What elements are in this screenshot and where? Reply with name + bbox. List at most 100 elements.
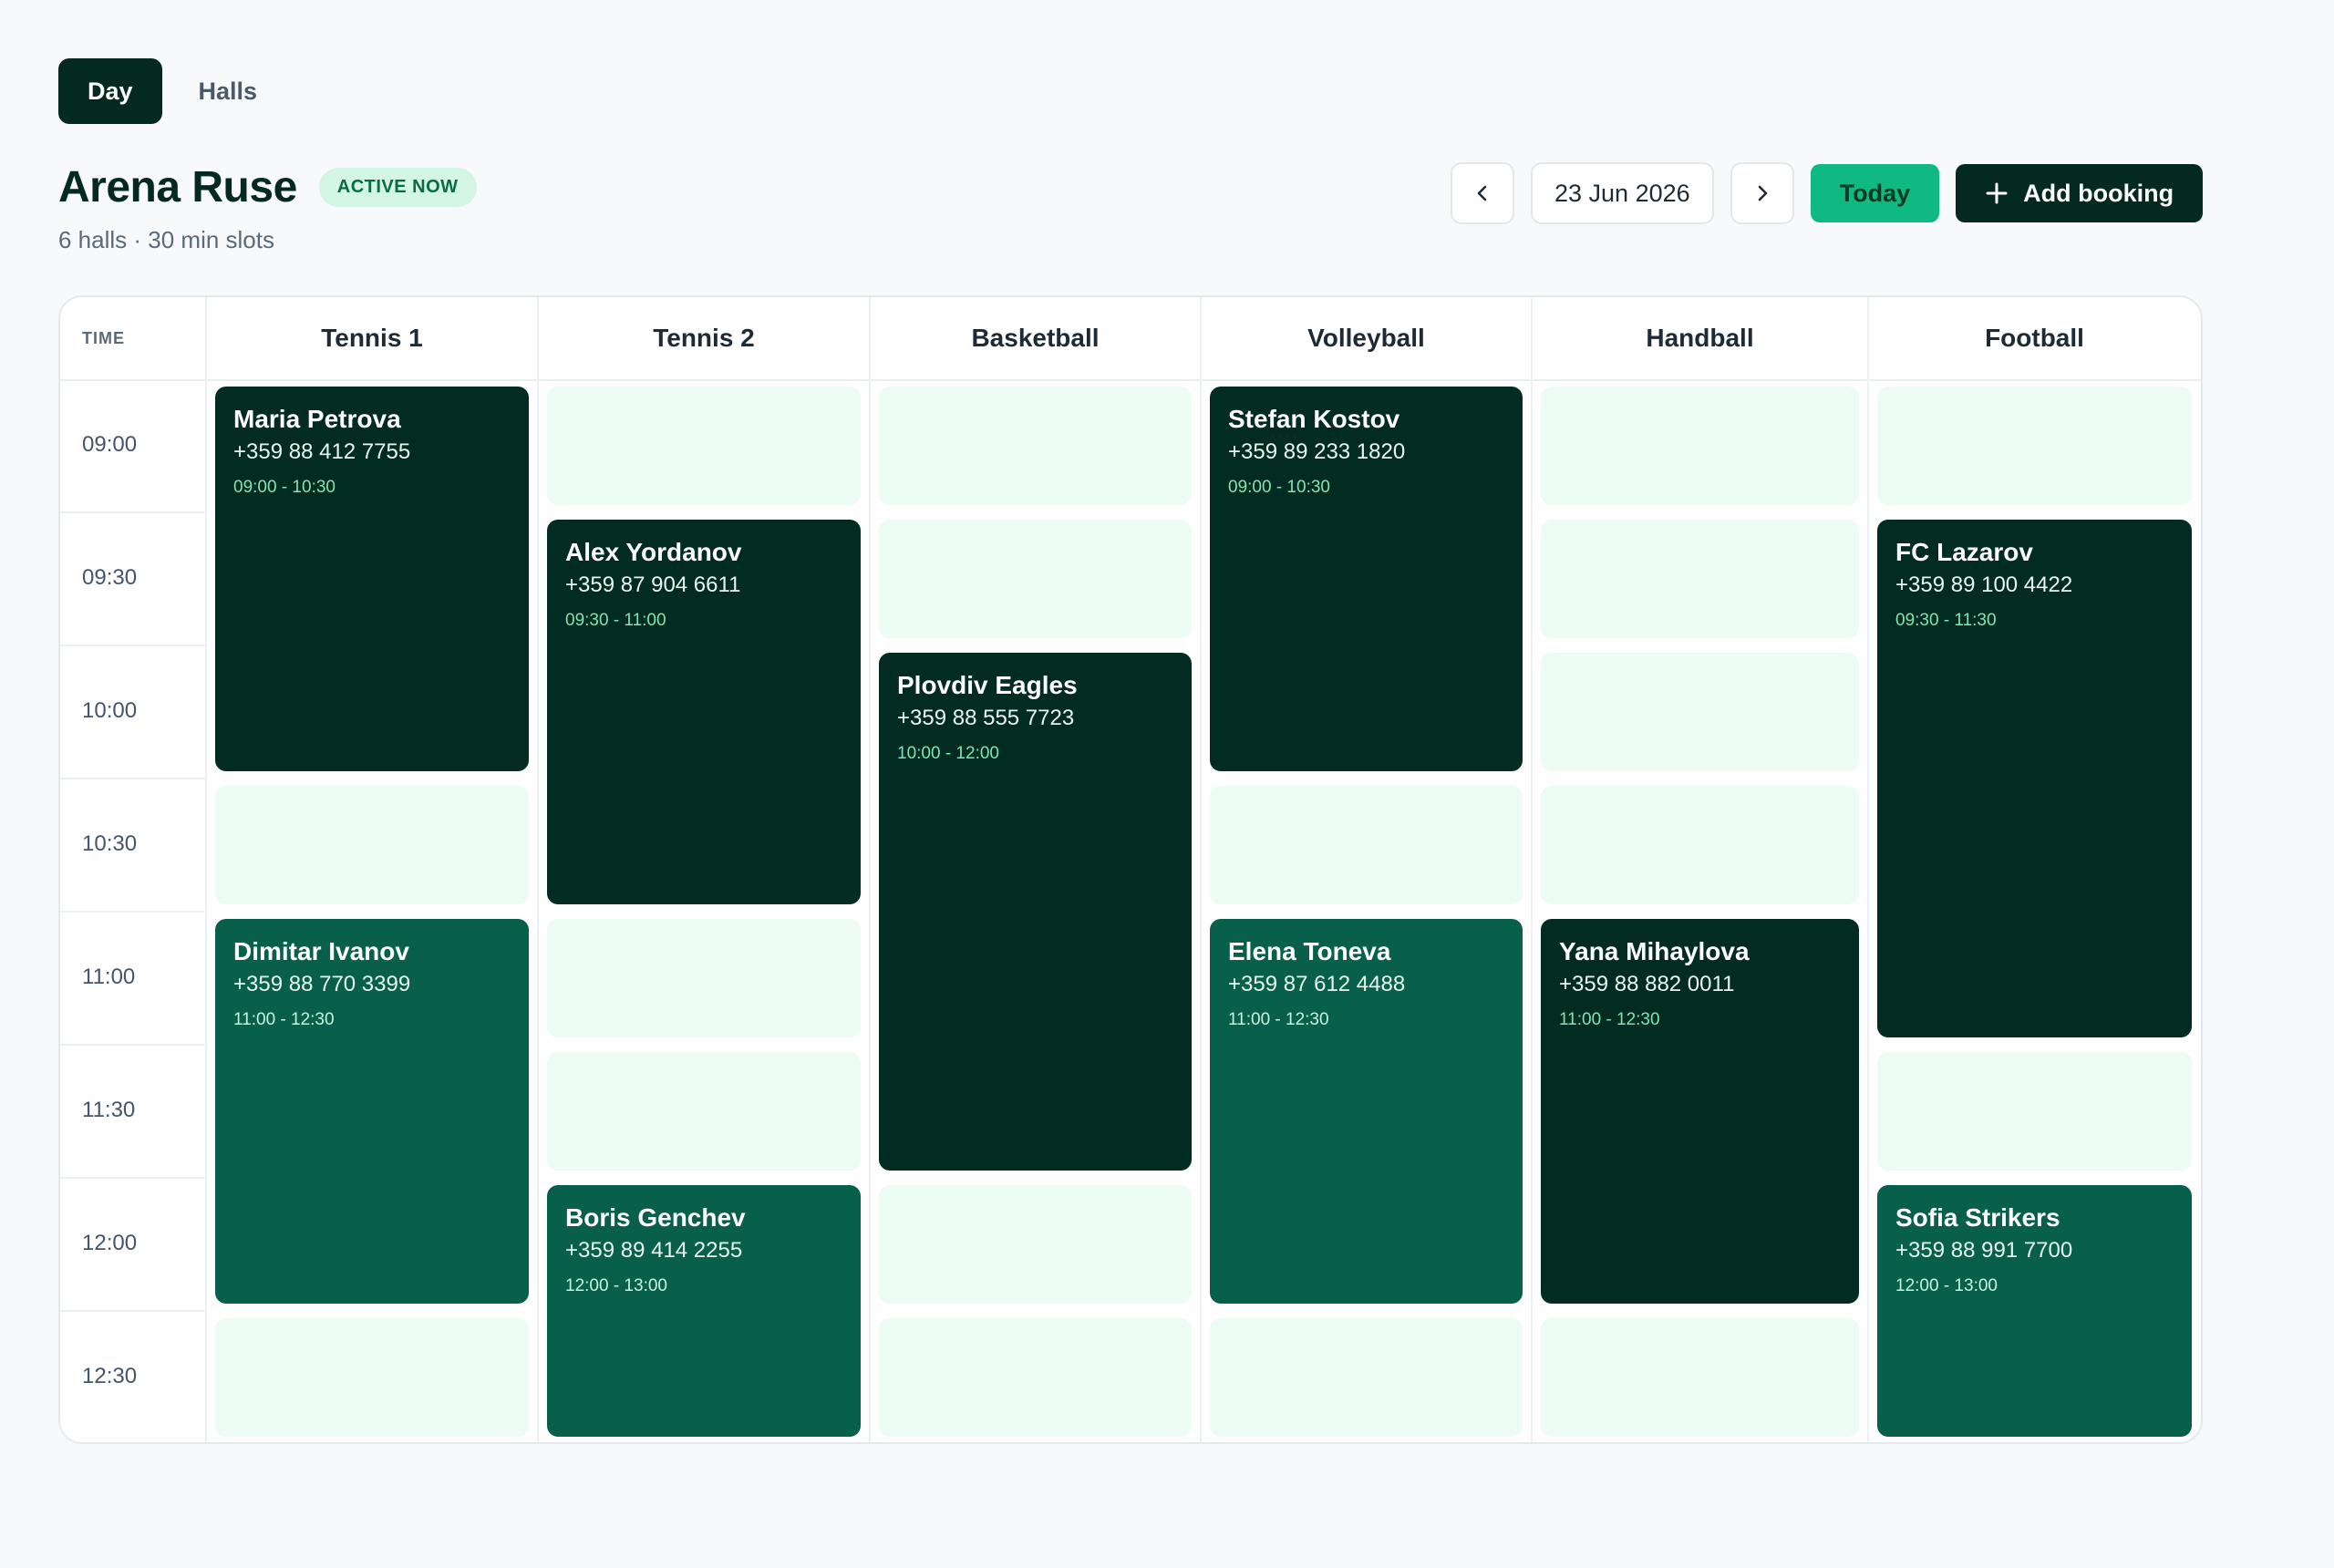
booking-time: 09:00 - 10:30 bbox=[233, 478, 336, 497]
booking-time: 09:30 - 11:00 bbox=[565, 611, 666, 630]
column-divider bbox=[1531, 297, 1533, 1442]
free-slot[interactable] bbox=[1210, 786, 1523, 904]
row-divider bbox=[60, 511, 206, 513]
booking-phone: +359 88 555 7723 bbox=[897, 706, 1075, 730]
prev-day-button[interactable] bbox=[1451, 162, 1514, 224]
booking-card[interactable]: Alex Yordanov +359 87 904 6611 09:30 - 11:… bbox=[547, 520, 861, 904]
hall-header: Tennis 2 bbox=[653, 324, 755, 352]
column-divider bbox=[1867, 297, 1869, 1442]
free-slot[interactable] bbox=[879, 520, 1192, 638]
page-header: Arena Ruse ACTIVE NOW bbox=[58, 162, 477, 212]
hall-header: Basketball bbox=[971, 324, 1100, 352]
grid-header: TIME Tennis 1 Tennis 2 Basketball Volleybal… bbox=[60, 297, 2201, 381]
free-slot[interactable] bbox=[1877, 387, 2192, 505]
booking-name: Sofia Strikers bbox=[1895, 1203, 2060, 1232]
booking-time: 11:00 - 12:30 bbox=[233, 1010, 335, 1029]
booking-name: FC Lazarov bbox=[1895, 538, 2033, 566]
tab-halls[interactable]: Halls bbox=[170, 58, 287, 124]
booking-phone: +359 87 904 6611 bbox=[565, 573, 741, 597]
free-slot[interactable] bbox=[1541, 387, 1859, 505]
view-tabs: Day Halls bbox=[58, 58, 286, 124]
booking-card[interactable]: Dimitar Ivanov +359 88 770 3399 11:00 - 12… bbox=[215, 919, 529, 1304]
free-slot[interactable] bbox=[1541, 653, 1859, 771]
page-subtitle: 6 halls · 30 min slots bbox=[58, 226, 274, 253]
booking-phone: +359 88 412 7755 bbox=[233, 439, 411, 464]
row-divider bbox=[60, 645, 206, 646]
free-slot[interactable] bbox=[1210, 1318, 1523, 1437]
free-slot[interactable] bbox=[879, 1185, 1192, 1304]
booking-card[interactable]: Maria Petrova +359 88 412 7755 09:00 - 10:… bbox=[215, 387, 529, 771]
time-label: 09:00 bbox=[82, 432, 138, 457]
booking-phone: +359 89 100 4422 bbox=[1895, 573, 2073, 597]
hall-header: Tennis 1 bbox=[321, 324, 423, 352]
booking-card[interactable]: Stefan Kostov +359 89 233 1820 09:00 - 10:… bbox=[1210, 387, 1523, 771]
row-divider bbox=[60, 1177, 206, 1179]
time-label: 09:30 bbox=[82, 565, 138, 590]
booking-name: Boris Genchev bbox=[565, 1203, 746, 1232]
today-button[interactable]: Today bbox=[1810, 164, 1940, 222]
booking-name: Alex Yordanov bbox=[565, 538, 742, 566]
booking-time: 09:00 - 10:30 bbox=[1228, 478, 1330, 497]
column-divider bbox=[537, 297, 539, 1442]
chevron-left-icon bbox=[1477, 185, 1487, 201]
time-label: 10:00 bbox=[82, 698, 138, 723]
time-column-header: TIME bbox=[82, 328, 125, 347]
booking-card[interactable]: Yana Mihaylova +359 88 882 0011 11:00 - 12… bbox=[1541, 919, 1859, 1304]
booking-name: Stefan Kostov bbox=[1228, 405, 1400, 433]
free-slot[interactable] bbox=[215, 786, 529, 904]
row-divider bbox=[60, 778, 206, 779]
add-booking-label: Add booking bbox=[2023, 179, 2174, 207]
booking-time: 10:00 - 12:00 bbox=[897, 744, 999, 763]
schedule-grid: TIME Tennis 1 Tennis 2 Basketball Volleybal… bbox=[58, 295, 2203, 1444]
page-title: Arena Ruse bbox=[58, 163, 297, 211]
free-slot[interactable] bbox=[547, 387, 861, 505]
time-label: 10:30 bbox=[82, 831, 138, 856]
booking-time: 11:00 - 12:30 bbox=[1228, 1010, 1329, 1029]
row-divider bbox=[60, 911, 206, 913]
booking-phone: +359 88 882 0011 bbox=[1559, 972, 1735, 996]
booking-phone: +359 89 233 1820 bbox=[1228, 439, 1406, 464]
booking-name: Yana Mihaylova bbox=[1559, 937, 1750, 965]
free-slot[interactable] bbox=[1877, 1052, 2192, 1171]
booking-card[interactable]: Boris Genchev +359 89 414 2255 12:00 - 13:… bbox=[547, 1185, 861, 1437]
hall-header: Football bbox=[1985, 324, 2084, 352]
row-divider bbox=[60, 1310, 206, 1312]
booking-phone: +359 88 770 3399 bbox=[233, 972, 411, 996]
free-slot[interactable] bbox=[879, 1318, 1192, 1437]
booking-card[interactable]: Elena Toneva +359 87 612 4488 11:00 - 12:3… bbox=[1210, 919, 1523, 1304]
booking-time: 12:00 - 13:00 bbox=[1895, 1276, 1998, 1295]
booking-name: Maria Petrova bbox=[233, 405, 401, 433]
time-label: 11:30 bbox=[82, 1098, 136, 1122]
booking-time: 12:00 - 13:00 bbox=[565, 1276, 667, 1295]
booking-card[interactable]: Plovdiv Eagles +359 88 555 7723 10:00 - 12… bbox=[879, 653, 1192, 1171]
free-slot[interactable] bbox=[1541, 520, 1859, 638]
hall-header: Handball bbox=[1646, 324, 1754, 352]
plus-icon bbox=[1986, 182, 2008, 204]
free-slot[interactable] bbox=[879, 387, 1192, 505]
booking-phone: +359 87 612 4488 bbox=[1228, 972, 1406, 996]
booking-card[interactable]: Sofia Strikers +359 88 991 7700 12:00 - 13… bbox=[1877, 1185, 2192, 1437]
tab-day[interactable]: Day bbox=[58, 58, 162, 124]
add-booking-button[interactable]: Add booking bbox=[1956, 164, 2204, 222]
column-divider bbox=[1200, 297, 1202, 1442]
next-day-button[interactable] bbox=[1730, 162, 1794, 224]
date-toolbar: 23 Jun 2026 Today Add booking bbox=[1451, 162, 2204, 224]
free-slot[interactable] bbox=[1541, 1318, 1859, 1437]
hall-header: Volleyball bbox=[1307, 324, 1425, 352]
booking-card[interactable]: FC Lazarov +359 89 100 4422 09:30 - 11:30 bbox=[1877, 520, 2192, 1037]
free-slot[interactable] bbox=[215, 1318, 529, 1437]
booking-time: 09:30 - 11:30 bbox=[1895, 611, 1997, 630]
free-slot[interactable] bbox=[1541, 786, 1859, 904]
free-slot[interactable] bbox=[547, 1052, 861, 1171]
date-display[interactable]: 23 Jun 2026 bbox=[1531, 162, 1714, 224]
column-divider bbox=[869, 297, 871, 1442]
booking-phone: +359 88 991 7700 bbox=[1895, 1238, 2073, 1263]
free-slot[interactable] bbox=[547, 919, 861, 1037]
time-label: 12:00 bbox=[82, 1231, 138, 1255]
booking-phone: +359 89 414 2255 bbox=[565, 1238, 743, 1263]
booking-name: Dimitar Ivanov bbox=[233, 937, 409, 965]
booking-name: Plovdiv Eagles bbox=[897, 671, 1078, 699]
booking-name: Elena Toneva bbox=[1228, 937, 1391, 965]
column-divider bbox=[205, 297, 207, 1442]
booking-time: 11:00 - 12:30 bbox=[1559, 1010, 1660, 1029]
